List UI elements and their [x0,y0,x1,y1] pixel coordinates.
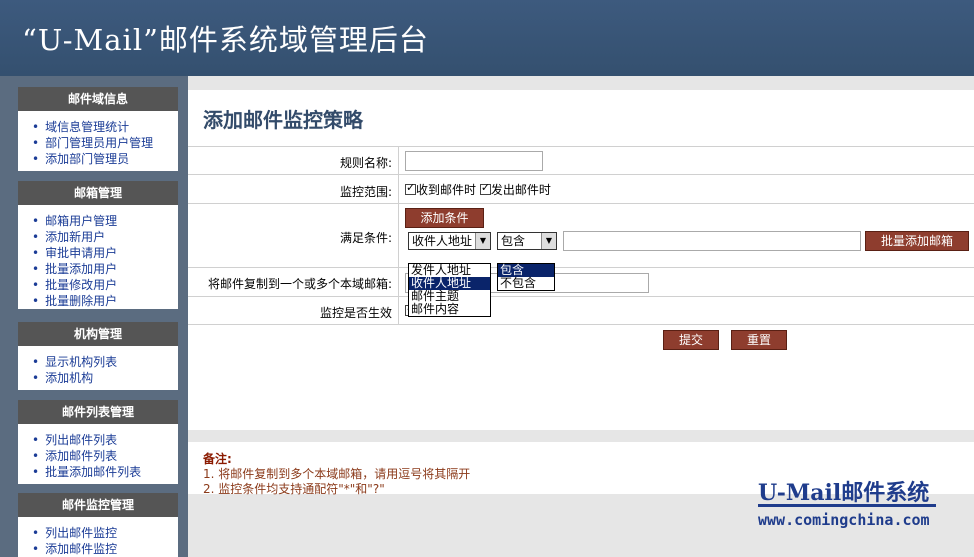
app-title: “U-Mail”邮件系统域管理后台 [22,23,429,57]
condition-operator-dropdown: 包含 不包含 [497,263,555,291]
sidebar-link-domain-stats[interactable]: 域信息管理统计 [32,119,178,135]
scope-options: 收到邮件时 发出邮件时 [405,181,551,198]
sidebar-section-title: 机构管理 [18,322,178,346]
sidebar-section-title: 邮件域信息 [18,87,178,111]
scope-received-checkbox[interactable] [405,181,416,195]
sidebar-link-add-mail-list[interactable]: 添加邮件列表 [32,448,178,464]
sidebar-link-batch-edit-users[interactable]: 批量修改用户 [32,277,178,293]
sidebar-section-mailbox: 邮箱管理 邮箱用户管理 添加新用户 审批申请用户 批量添加用户 批量修改用户 批… [18,181,178,309]
dropdown-option[interactable]: 不包含 [498,277,554,290]
sidebar-link-add-dept-admin[interactable]: 添加部门管理员 [32,151,178,167]
sidebar-link-add-monitor[interactable]: 添加邮件监控 [32,541,178,557]
condition-field-dropdown: 发件人地址 收件人地址 邮件主题 邮件内容 [408,263,491,317]
brand-logo: U-Mail邮件系统 [758,480,930,506]
rule-name-label: 规则名称: [188,147,399,174]
sidebar-link-approve-users[interactable]: 审批申请用户 [32,245,178,261]
sidebar-link-list-mail-lists[interactable]: 列出邮件列表 [32,432,178,448]
condition-field-select[interactable]: 收件人地址 ▼ [408,232,491,250]
sidebar-section-title: 邮件监控管理 [18,493,178,517]
copy-label: 将邮件复制到一个或多个本域邮箱: [188,268,399,296]
condition-operator-value: 包含 [501,234,526,248]
sidebar-link-mailbox-users[interactable]: 邮箱用户管理 [32,213,178,229]
sidebar-section-title: 邮件列表管理 [18,400,178,424]
rule-name-input[interactable] [405,151,543,171]
add-condition-button[interactable]: 添加条件 [405,208,484,228]
sidebar-section-org: 机构管理 显示机构列表 添加机构 [18,322,178,390]
dropdown-option[interactable]: 邮件内容 [409,303,490,316]
condition-operator-select[interactable]: 包含 ▼ [497,232,557,250]
sidebar: 邮件域信息 域信息管理统计 部门管理员用户管理 添加部门管理员 邮箱管理 邮箱用… [0,76,188,557]
sidebar-section-title: 邮箱管理 [18,181,178,205]
sidebar-section-mail-list: 邮件列表管理 列出邮件列表 添加邮件列表 批量添加邮件列表 [18,400,178,484]
condition-value-input[interactable] [563,231,861,251]
sidebar-link-batch-add-users[interactable]: 批量添加用户 [32,261,178,277]
page-title: 添加邮件监控策略 [203,108,363,132]
sidebar-link-batch-add-mail-lists[interactable]: 批量添加邮件列表 [32,464,178,480]
sidebar-section-domain-info: 邮件域信息 域信息管理统计 部门管理员用户管理 添加部门管理员 [18,87,178,171]
scope-received-label: 收到邮件时 [416,183,477,197]
enabled-label: 监控是否生效 [188,297,399,324]
scope-sent-label: 发出邮件时 [490,183,551,197]
scope-label: 监控范围: [188,175,399,203]
note-line: 2. 监控条件均支持通配符"*"和"?" [203,482,385,496]
batch-add-mailbox-button[interactable]: 批量添加邮箱 [865,231,969,251]
sidebar-link-org-list[interactable]: 显示机构列表 [32,354,178,370]
brand-url: www.comingchina.com [758,511,930,529]
app-header: “U-Mail”邮件系统域管理后台 [0,0,974,76]
monitor-form: 规则名称: 监控范围: 收到邮件时 发出邮件时 满足条件: 添加条件 收件人地址… [188,146,974,355]
form-row-copy: 将邮件复制到一个或多个本域邮箱: [188,268,974,297]
sidebar-link-list-monitors[interactable]: 列出邮件监控 [32,525,178,541]
form-row-rule-name: 规则名称: [188,147,974,175]
sidebar-section-mail-monitor: 邮件监控管理 列出邮件监控 添加邮件监控 [18,493,178,557]
chevron-down-icon[interactable]: ▼ [475,233,490,249]
submit-button[interactable]: 提交 [663,330,719,350]
condition-label: 满足条件: [188,204,399,267]
sidebar-link-dept-admin-manage[interactable]: 部门管理员用户管理 [32,135,178,151]
form-row-scope: 监控范围: 收到邮件时 发出邮件时 [188,175,974,204]
form-panel: 添加邮件监控策略 规则名称: 监控范围: 收到邮件时 发出邮件时 满足条件: 添… [188,90,974,430]
sidebar-link-add-org[interactable]: 添加机构 [32,370,178,386]
form-actions: 提交 重置 [188,325,974,355]
condition-field-value: 收件人地址 [412,234,473,248]
brand-underline [758,504,936,507]
form-row-enabled: 监控是否生效 [188,297,974,325]
sidebar-link-batch-delete-users[interactable]: 批量删除用户 [32,293,178,309]
scope-sent-checkbox[interactable] [479,181,491,195]
reset-button[interactable]: 重置 [731,330,787,350]
form-row-condition: 满足条件: 添加条件 收件人地址 ▼ 包含 ▼ 批量添加邮箱 [188,204,974,268]
chevron-down-icon[interactable]: ▼ [541,233,556,249]
sidebar-link-add-user[interactable]: 添加新用户 [32,229,178,245]
